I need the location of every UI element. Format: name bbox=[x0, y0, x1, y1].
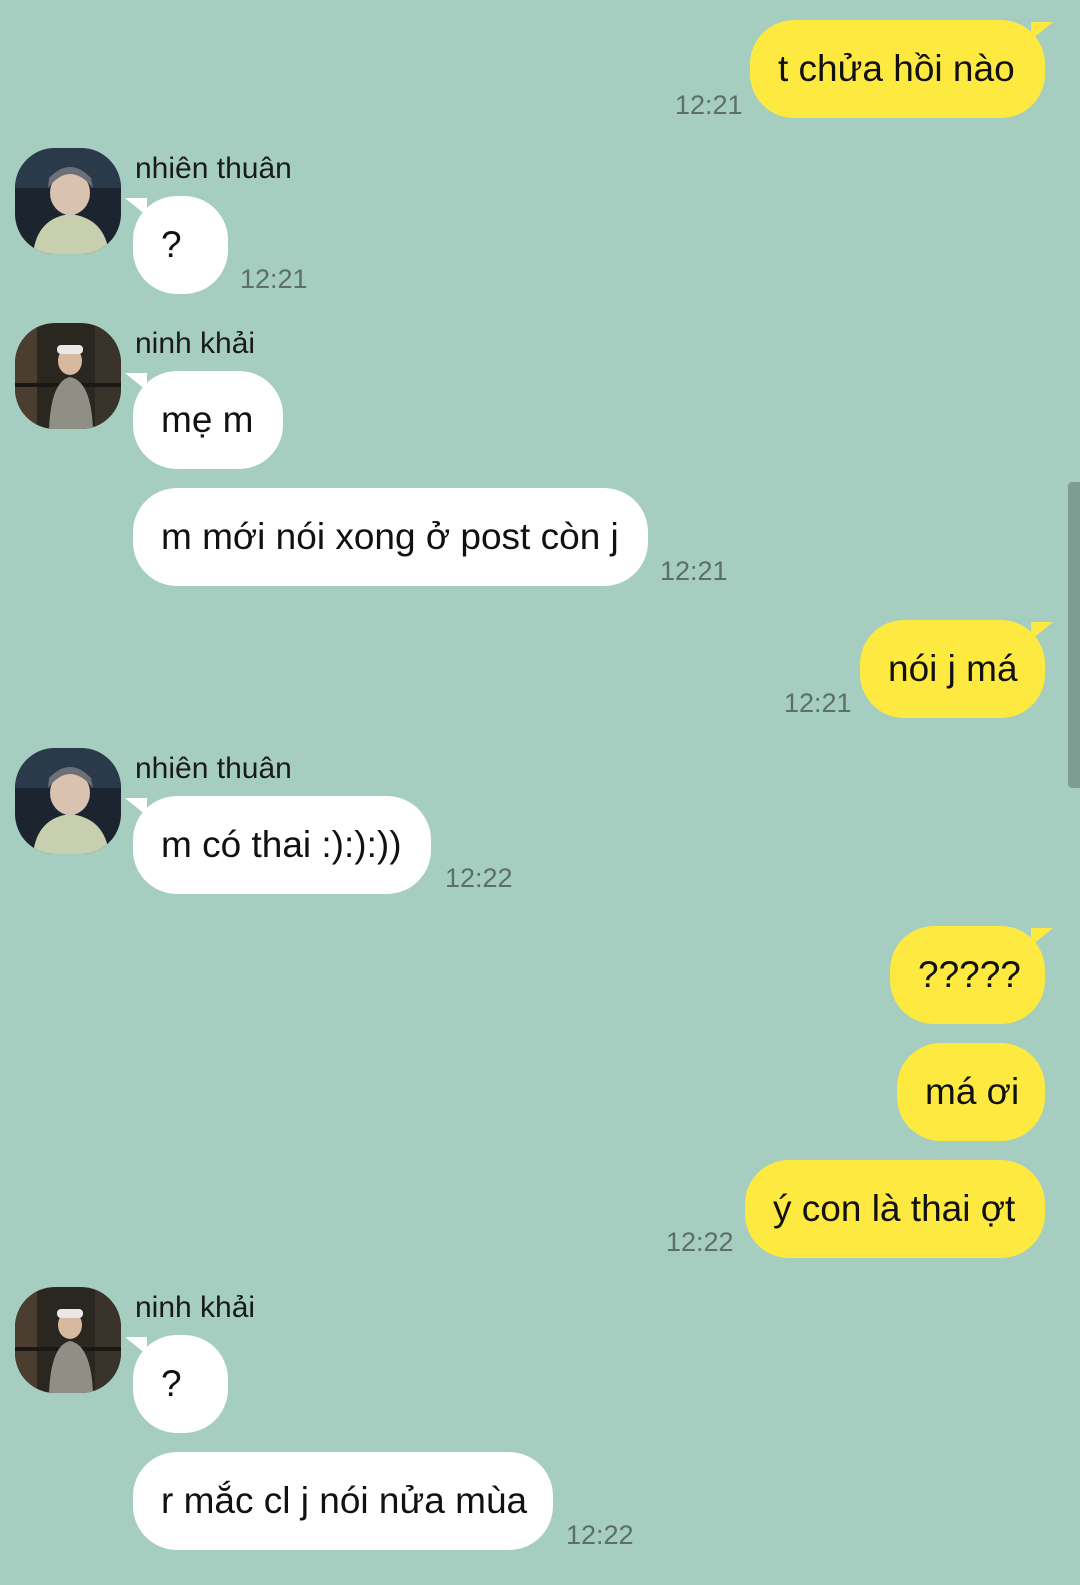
incoming-message[interactable]: m mới nói xong ở post còn j bbox=[133, 488, 648, 586]
sender-name: nhiên thuân bbox=[135, 752, 292, 785]
bubble-tail bbox=[125, 1337, 147, 1355]
message-time: 12:21 bbox=[240, 264, 308, 294]
outgoing-message[interactable]: ????? bbox=[890, 926, 1045, 1024]
outgoing-message[interactable]: ý con là thai ợt bbox=[745, 1160, 1045, 1258]
message-text: r mắc cl j nói nửa mùa bbox=[161, 1480, 528, 1521]
chat-thread[interactable]: t chửa hồi nào 12:21 nhiên thuân ? 12:21… bbox=[0, 0, 1080, 1585]
incoming-message[interactable]: mẹ m bbox=[133, 371, 283, 469]
bubble-tail bbox=[125, 798, 147, 816]
sender-name: ninh khải bbox=[135, 1291, 256, 1324]
message-text: mẹ m bbox=[161, 399, 254, 440]
incoming-message[interactable]: r mắc cl j nói nửa mùa bbox=[133, 1452, 553, 1550]
message-text: m có thai :):):)) bbox=[161, 824, 402, 865]
message-time: 12:22 bbox=[566, 1520, 634, 1550]
message-text: ? bbox=[161, 1363, 182, 1404]
bubble-tail bbox=[1031, 622, 1053, 640]
sender-name: nhiên thuân bbox=[135, 152, 292, 185]
message-text: ý con là thai ợt bbox=[773, 1188, 1016, 1229]
message-text: má ơi bbox=[925, 1071, 1020, 1112]
message-time: 12:21 bbox=[675, 90, 743, 120]
avatar-ninh-khai[interactable] bbox=[15, 323, 121, 429]
bubble-tail bbox=[1031, 22, 1053, 40]
avatar-ninh-khai[interactable] bbox=[15, 1287, 121, 1393]
message-time: 12:21 bbox=[784, 688, 852, 718]
sender-name: ninh khải bbox=[135, 327, 256, 360]
message-text: m mới nói xong ở post còn j bbox=[161, 516, 619, 557]
message-time: 12:22 bbox=[666, 1227, 734, 1257]
outgoing-message[interactable]: t chửa hồi nào bbox=[750, 20, 1045, 118]
bubble-tail bbox=[1031, 928, 1053, 946]
outgoing-message[interactable]: nói j má bbox=[860, 620, 1045, 718]
message-text: ????? bbox=[918, 954, 1021, 995]
incoming-message[interactable]: ? bbox=[133, 1335, 228, 1433]
message-time: 12:22 bbox=[445, 863, 513, 893]
outgoing-message[interactable]: má ơi bbox=[897, 1043, 1045, 1141]
scrollbar[interactable] bbox=[1068, 482, 1080, 788]
avatar-nhien-thuan[interactable] bbox=[15, 748, 121, 854]
avatar-nhien-thuan[interactable] bbox=[15, 148, 121, 254]
incoming-message[interactable]: ? bbox=[133, 196, 228, 294]
message-text: nói j má bbox=[888, 648, 1018, 689]
message-text: ? bbox=[161, 224, 182, 265]
message-text: t chửa hồi nào bbox=[778, 48, 1015, 89]
bubble-tail bbox=[125, 198, 147, 216]
message-time: 12:21 bbox=[660, 556, 728, 586]
incoming-message[interactable]: m có thai :):):)) bbox=[133, 796, 431, 894]
bubble-tail bbox=[125, 373, 147, 391]
